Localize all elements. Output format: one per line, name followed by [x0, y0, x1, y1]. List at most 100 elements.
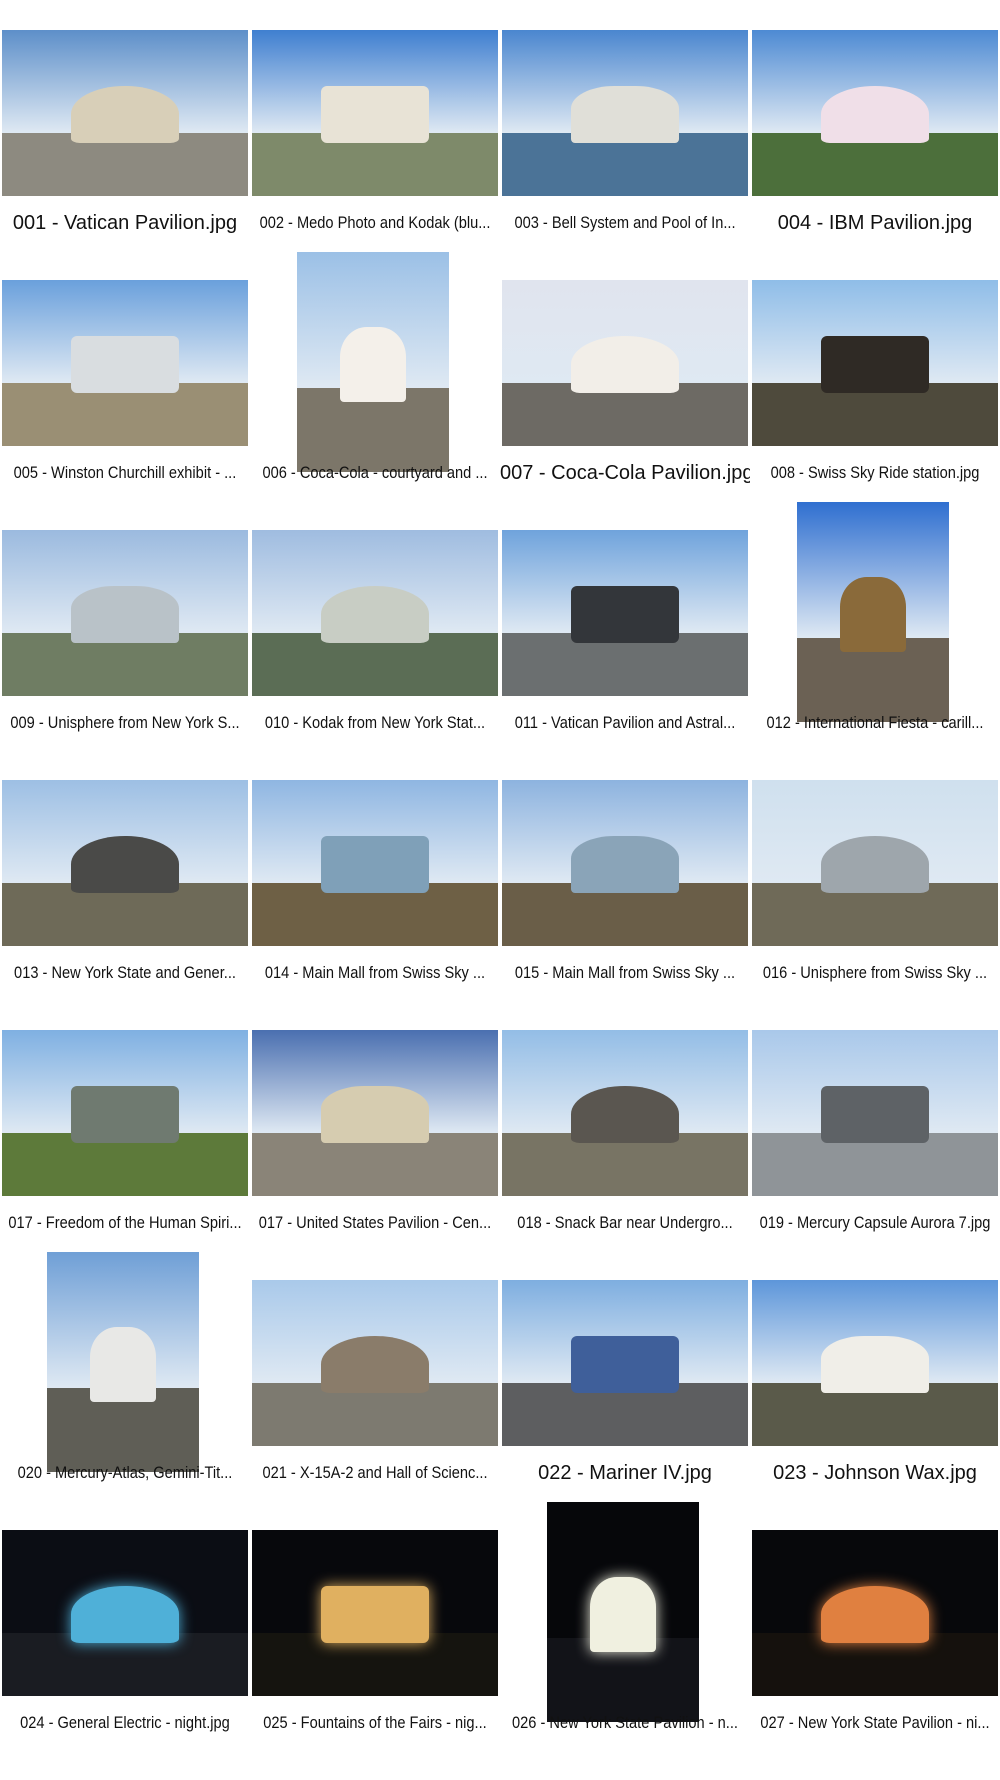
thumbnail-item[interactable]: 025 - Fountains of the Fairs - nig...	[250, 1530, 500, 1780]
photo-subject	[820, 1086, 930, 1143]
thumbnail-item[interactable]: 021 - X-15A-2 and Hall of Scienc...	[250, 1280, 500, 1530]
thumbnail-item[interactable]: 027 - New York State Pavilion - ni...	[750, 1530, 1000, 1780]
thumbnail-filename: 010 - Kodak from New York Stat...	[264, 713, 486, 732]
thumbnail-image[interactable]	[2, 280, 248, 446]
thumbnail-item[interactable]: 024 - General Electric - night.jpg	[0, 1530, 250, 1780]
thumbnail-image[interactable]	[252, 30, 498, 196]
thumbnail-filename: 023 - Johnson Wax.jpg	[773, 1462, 977, 1484]
thumbnail-item[interactable]: 020 - Mercury-Atlas, Gemini-Tit...	[0, 1252, 250, 1530]
contact-sheet: 001 - Vatican Pavilion.jpg 002 - Medo Pho…	[0, 0, 1000, 1780]
photo-subject	[70, 1586, 180, 1643]
photo-subject	[320, 86, 430, 143]
thumbnail-image[interactable]	[502, 280, 748, 446]
photo-subject	[320, 836, 430, 893]
thumbnail-image[interactable]	[752, 1030, 998, 1196]
thumbnail-filename: 017 - Freedom of the Human Spiri...	[8, 1213, 242, 1232]
thumbnail-item[interactable]: 017 - Freedom of the Human Spiri...	[0, 1030, 250, 1280]
photo-subject	[70, 586, 180, 643]
thumbnail-filename: 018 - Snack Bar near Undergro...	[517, 1213, 733, 1232]
thumbnail-item[interactable]: 004 - IBM Pavilion.jpg	[750, 30, 1000, 280]
thumbnail-image[interactable]	[502, 780, 748, 946]
thumbnail-image[interactable]	[752, 280, 998, 446]
thumbnail-item[interactable]: 012 - International Fiesta - carill...	[750, 502, 1000, 780]
thumbnail-image[interactable]	[752, 1280, 998, 1446]
thumbnail-image[interactable]	[297, 252, 449, 472]
thumbnail-filename: 015 - Main Mall from Swiss Sky ...	[514, 963, 736, 982]
photo-subject	[570, 836, 680, 893]
photo-subject	[70, 1086, 180, 1143]
thumbnail-item[interactable]: 007 - Coca-Cola Pavilion.jpg	[500, 280, 750, 530]
thumbnail-item[interactable]: 018 - Snack Bar near Undergro...	[500, 1030, 750, 1280]
thumbnail-filename: 025 - Fountains of the Fairs - nig...	[263, 1713, 487, 1732]
thumbnail-item[interactable]: 003 - Bell System and Pool of In...	[500, 30, 750, 280]
thumbnail-image[interactable]	[2, 1530, 248, 1696]
thumbnail-item[interactable]: 017 - United States Pavilion - Cen...	[250, 1030, 500, 1280]
thumbnail-filename: 016 - Unisphere from Swiss Sky ...	[762, 963, 988, 982]
thumbnail-image[interactable]	[2, 530, 248, 696]
thumbnail-image[interactable]	[502, 530, 748, 696]
thumbnail-item[interactable]: 009 - Unisphere from New York S...	[0, 530, 250, 780]
photo-subject	[570, 336, 680, 393]
thumbnail-filename: 008 - Swiss Sky Ride station.jpg	[770, 463, 980, 482]
thumbnail-item[interactable]: 023 - Johnson Wax.jpg	[750, 1280, 1000, 1530]
thumbnail-filename: 019 - Mercury Capsule Aurora 7.jpg	[759, 1213, 991, 1232]
photo-subject	[589, 1576, 657, 1652]
thumbnail-item[interactable]: 015 - Main Mall from Swiss Sky ...	[500, 780, 750, 1030]
thumbnail-image[interactable]	[252, 530, 498, 696]
thumbnail-item[interactable]: 008 - Swiss Sky Ride station.jpg	[750, 280, 1000, 530]
thumbnail-item[interactable]: 026 - New York State Pavilion - n...	[500, 1502, 750, 1780]
thumbnail-item[interactable]: 014 - Main Mall from Swiss Sky ...	[250, 780, 500, 1030]
photo-subject	[320, 1586, 430, 1643]
thumbnail-item[interactable]: 022 - Mariner IV.jpg	[500, 1280, 750, 1530]
photo-subject	[570, 1086, 680, 1143]
thumbnail-filename: 014 - Main Mall from Swiss Sky ...	[264, 963, 486, 982]
thumbnail-filename: 022 - Mariner IV.jpg	[538, 1462, 712, 1484]
thumbnail-item[interactable]: 010 - Kodak from New York Stat...	[250, 530, 500, 780]
thumbnail-item[interactable]: 011 - Vatican Pavilion and Astral...	[500, 530, 750, 780]
thumbnail-item[interactable]: 002 - Medo Photo and Kodak (blu...	[250, 30, 500, 280]
thumbnail-filename: 026 - New York State Pavilion - n...	[512, 1713, 738, 1732]
thumbnail-filename: 027 - New York State Pavilion - ni...	[760, 1713, 990, 1732]
thumbnail-filename: 001 - Vatican Pavilion.jpg	[12, 212, 238, 234]
thumbnail-image[interactable]	[252, 780, 498, 946]
thumbnail-filename: 012 - International Fiesta - carill...	[766, 713, 984, 732]
thumbnail-image[interactable]	[797, 502, 949, 722]
thumbnail-image[interactable]	[502, 30, 748, 196]
thumbnail-filename: 004 - IBM Pavilion.jpg	[777, 212, 973, 234]
thumbnail-image[interactable]	[752, 30, 998, 196]
thumbnail-item[interactable]: 013 - New York State and Gener...	[0, 780, 250, 1030]
thumbnail-item[interactable]: 006 - Coca-Cola - courtyard and ...	[250, 252, 500, 530]
thumbnail-image[interactable]	[2, 30, 248, 196]
thumbnail-filename: 011 - Vatican Pavilion and Astral...	[514, 713, 736, 732]
thumbnail-filename: 009 - Unisphere from New York S...	[10, 713, 240, 732]
thumbnail-filename: 005 - Winston Churchill exhibit - ...	[13, 463, 237, 482]
photo-subject	[839, 576, 907, 652]
thumbnail-filename: 002 - Medo Photo and Kodak (blu...	[259, 213, 491, 232]
thumbnail-image[interactable]	[252, 1030, 498, 1196]
thumbnail-item[interactable]: 001 - Vatican Pavilion.jpg	[0, 30, 250, 280]
thumbnail-image[interactable]	[2, 1030, 248, 1196]
thumbnail-filename: 021 - X-15A-2 and Hall of Scienc...	[262, 1463, 488, 1482]
thumbnail-image[interactable]	[252, 1530, 498, 1696]
thumbnail-image[interactable]	[47, 1252, 199, 1472]
thumbnail-filename: 006 - Coca-Cola - courtyard and ...	[262, 463, 488, 482]
thumbnail-item[interactable]: 019 - Mercury Capsule Aurora 7.jpg	[750, 1030, 1000, 1280]
photo-subject	[820, 86, 930, 143]
thumbnail-image[interactable]	[752, 1530, 998, 1696]
thumbnail-filename: 013 - New York State and Gener...	[14, 963, 236, 982]
photo-subject	[820, 1336, 930, 1393]
thumbnail-item[interactable]: 016 - Unisphere from Swiss Sky ...	[750, 780, 1000, 1030]
photo-subject	[320, 586, 430, 643]
photo-subject	[70, 836, 180, 893]
thumbnail-image[interactable]	[502, 1280, 748, 1446]
thumbnail-image[interactable]	[752, 780, 998, 946]
thumbnail-filename: 017 - United States Pavilion - Cen...	[258, 1213, 492, 1232]
photo-subject	[820, 336, 930, 393]
photo-subject	[320, 1336, 430, 1393]
thumbnail-item[interactable]: 005 - Winston Churchill exhibit - ...	[0, 280, 250, 530]
photo-subject	[70, 336, 180, 393]
thumbnail-image[interactable]	[502, 1030, 748, 1196]
thumbnail-image[interactable]	[252, 1280, 498, 1446]
thumbnail-image[interactable]	[547, 1502, 699, 1722]
thumbnail-image[interactable]	[2, 780, 248, 946]
